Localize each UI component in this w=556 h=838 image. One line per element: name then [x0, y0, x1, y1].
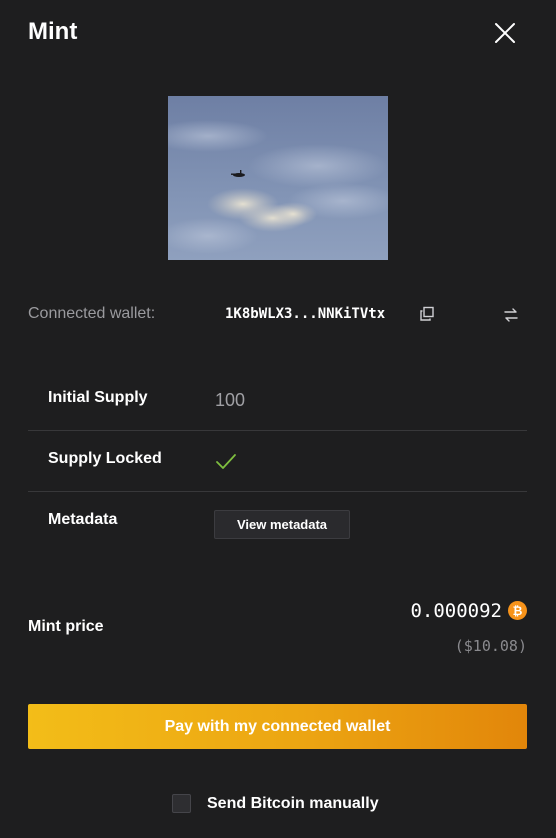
connected-wallet-row: Connected wallet: 1K8bWLX3...NNKiTVtx — [28, 302, 528, 328]
mint-details-table: Initial Supply 100 Supply Locked Metadat… — [28, 370, 527, 553]
mint-modal: Mint Connected wallet: 1K8bWLX3...NNKiTV… — [0, 0, 556, 838]
modal-title: Mint — [28, 18, 78, 45]
mint-price-label: Mint price — [28, 618, 104, 635]
initial-supply-row: Initial Supply 100 — [28, 370, 527, 431]
nft-preview-image — [168, 96, 388, 260]
initial-supply-value: 100 — [215, 390, 246, 410]
close-icon[interactable] — [492, 20, 518, 46]
metadata-label: Metadata — [48, 511, 118, 528]
bitcoin-icon: ₿ — [508, 601, 527, 620]
svg-text:₿: ₿ — [513, 604, 523, 618]
pay-with-connected-wallet-button[interactable]: Pay with my connected wallet — [28, 704, 527, 749]
wallet-address: 1K8bWLX3...NNKiTVtx — [225, 306, 386, 322]
checkmark-icon — [216, 454, 236, 469]
connected-wallet-label: Connected wallet: — [28, 305, 156, 322]
copy-icon[interactable] — [419, 306, 435, 322]
view-metadata-button[interactable]: View metadata — [214, 510, 350, 539]
initial-supply-label: Initial Supply — [48, 389, 148, 406]
supply-locked-label: Supply Locked — [48, 450, 162, 467]
close-button[interactable] — [492, 20, 518, 46]
mint-price-usd: ($10.08) — [454, 637, 527, 655]
send-manually-checkbox[interactable] — [172, 794, 191, 813]
supply-locked-row: Supply Locked — [28, 431, 527, 492]
send-manually-label[interactable]: Send Bitcoin manually — [207, 795, 379, 813]
metadata-row: Metadata View metadata — [28, 492, 527, 553]
mint-price-btc: 0.000092 — [410, 600, 502, 622]
swap-arrows-icon[interactable] — [502, 306, 520, 324]
